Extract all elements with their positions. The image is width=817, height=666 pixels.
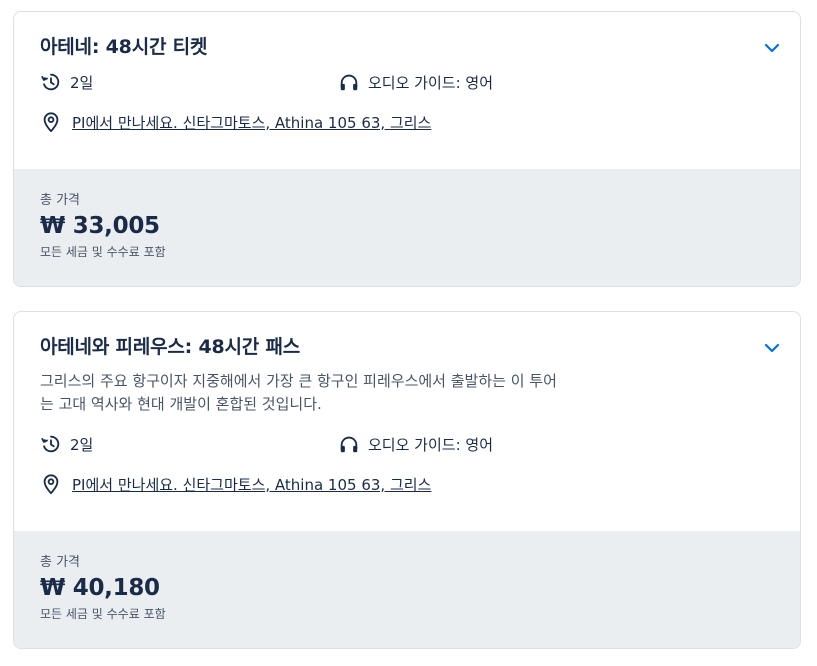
duration-text: 2일 (70, 73, 94, 92)
price-panel: 총 가격 ₩ 40,180 모든 세금 및 수수료 포함 (14, 531, 800, 648)
duration-item: 2일 (40, 70, 93, 94)
audio-guide-text: 오디오 가이드: 영어 (368, 435, 493, 454)
location-pin-icon (43, 112, 59, 133)
offer-title: 아테네: 48시간 티켓 (40, 36, 208, 58)
audio-guide-text: 오디오 가이드: 영어 (368, 73, 493, 92)
history-clock-icon (41, 73, 60, 91)
price-panel: 총 가격 ₩ 33,005 모든 세금 및 수수료 포함 (14, 169, 800, 286)
meeting-point-link[interactable]: PI에서 만나세요. 신타그마토스, Athina 105 63, 그리스 (72, 112, 431, 133)
offer-card-header: 아테네와 피레우스: 48시간 패스 그리스의 주요 항구이자 지중해에서 가장… (14, 312, 800, 496)
meeting-point-link[interactable]: PI에서 만나세요. 신타그마토스, Athina 105 63, 그리스 (72, 474, 431, 495)
duration-item: 2일 (40, 432, 93, 456)
offer-card-header: 아테네: 48시간 티켓 2일 오디오 가이드: 영어 PI에서 만나세요. 신… (14, 12, 800, 134)
offer-description: 그리스의 주요 항구이자 지중해에서 가장 큰 항구인 피레우스에서 출발하는 … (40, 372, 557, 413)
chevron-down-icon[interactable] (762, 38, 782, 58)
location-pin-icon (43, 474, 59, 495)
tax-note: 모든 세금 및 수수료 포함 (40, 607, 166, 621)
history-clock-icon (41, 435, 60, 453)
audio-guide-item: 오디오 가이드: 영어 (338, 432, 493, 456)
offer-title: 아테네와 피레우스: 48시간 패스 (40, 336, 301, 358)
meeting-point-row: PI에서 만나세요. 신타그마토스, Athina 105 63, 그리스 (40, 472, 774, 496)
duration-text: 2일 (70, 435, 94, 454)
offer-card[interactable]: 아테네: 48시간 티켓 2일 오디오 가이드: 영어 PI에서 만나세요. 신… (13, 11, 801, 287)
total-price-label: 총 가격 (40, 193, 81, 208)
total-price-label: 총 가격 (40, 555, 81, 570)
tax-note: 모든 세금 및 수수료 포함 (40, 245, 166, 259)
total-price: ₩ 33,005 (40, 213, 160, 239)
headphones-icon (340, 74, 358, 91)
offer-meta-row: 2일 오디오 가이드: 영어 (40, 432, 774, 456)
audio-guide-item: 오디오 가이드: 영어 (338, 70, 493, 94)
total-price: ₩ 40,180 (40, 575, 160, 601)
headphones-icon (340, 436, 358, 453)
offer-card[interactable]: 아테네와 피레우스: 48시간 패스 그리스의 주요 항구이자 지중해에서 가장… (13, 311, 801, 649)
offer-meta-row: 2일 오디오 가이드: 영어 (40, 70, 774, 94)
meeting-point-row: PI에서 만나세요. 신타그마토스, Athina 105 63, 그리스 (40, 110, 774, 134)
chevron-down-icon[interactable] (762, 338, 782, 358)
